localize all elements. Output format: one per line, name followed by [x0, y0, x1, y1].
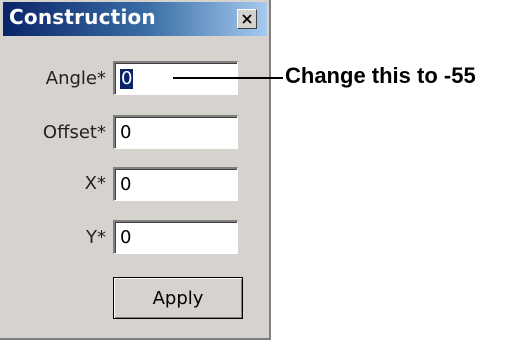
title-bar[interactable]: Construction [3, 2, 267, 36]
x-value: 0 [120, 174, 132, 195]
angle-label: Angle* [45, 68, 106, 89]
offset-value: 0 [120, 122, 132, 143]
close-button[interactable] [237, 9, 257, 29]
callout-line [173, 77, 283, 79]
offset-label: Offset* [42, 122, 106, 143]
apply-button[interactable]: Apply [113, 277, 243, 319]
construction-dialog: Construction Angle* 0 Offset* 0 X* 0 Y* … [0, 0, 271, 340]
close-icon [242, 14, 252, 24]
callout-annotation: Change this to -55 [285, 63, 476, 88]
y-input[interactable]: 0 [113, 220, 238, 254]
angle-value: 0 [120, 68, 134, 89]
offset-input[interactable]: 0 [113, 115, 238, 149]
x-input[interactable]: 0 [113, 167, 238, 201]
y-value: 0 [120, 227, 132, 248]
y-label: Y* [86, 227, 106, 248]
x-label: X* [84, 173, 106, 194]
dialog-title: Construction [9, 5, 156, 29]
